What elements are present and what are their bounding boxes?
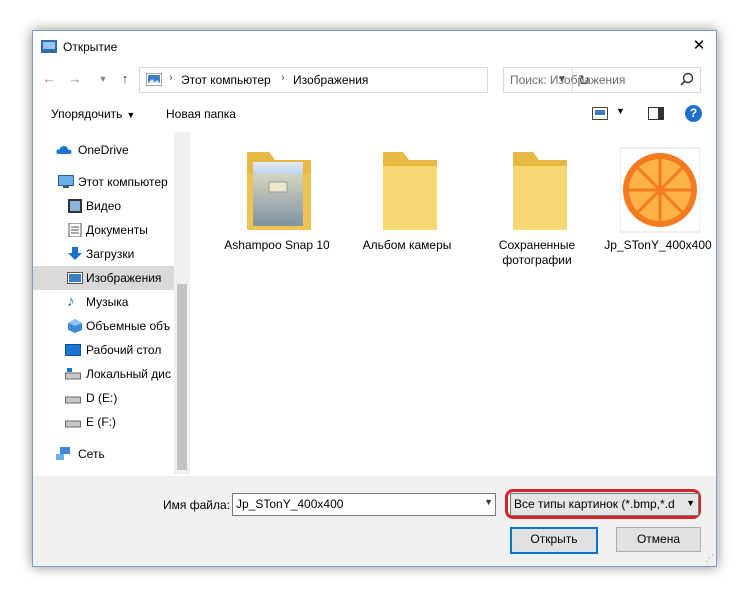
folder-icon bbox=[383, 152, 437, 230]
sidebar-item-this-pc[interactable]: Этот компьютер bbox=[33, 170, 174, 194]
documents-folder-icon bbox=[68, 223, 82, 237]
filename-combobox[interactable]: ▼ bbox=[232, 493, 496, 516]
file-item-jp-stony[interactable]: Jp_STonY_400x400 bbox=[600, 132, 716, 272]
sidebar-item-network[interactable]: Сеть bbox=[33, 442, 174, 466]
arrow-right-icon: → bbox=[68, 71, 82, 86]
sidebar-item-video[interactable]: Видео bbox=[33, 194, 174, 218]
back-button[interactable]: ← bbox=[41, 71, 57, 87]
sidebar-item-label: Этот компьютер bbox=[78, 175, 168, 189]
file-label: Сохраненные фотографии bbox=[498, 238, 576, 267]
sidebar-item-label: Локальный дис bbox=[86, 367, 171, 381]
address-bar[interactable]: › Этот компьютер › Изображения ▼ ↻ bbox=[139, 67, 590, 93]
orange-slice-image bbox=[620, 147, 700, 233]
file-label: Ashampoo Snap 10 bbox=[224, 238, 330, 252]
search-icon bbox=[680, 72, 694, 86]
file-list: Ashampoo Snap 10 Альбом камеры Сохраненн… bbox=[190, 132, 716, 474]
sidebar-item-label: Сеть bbox=[78, 447, 105, 461]
local-disk-icon bbox=[65, 368, 81, 380]
search-box[interactable]: Поиск: Изображения bbox=[503, 67, 701, 93]
open-file-dialog: Открытие ✕ ← → ▼ ↑ › Этот компьютер › Из… bbox=[32, 30, 717, 567]
arrow-up-icon: ↑ bbox=[121, 71, 129, 86]
drive-icon bbox=[65, 396, 81, 404]
chevron-down-icon: ▼ bbox=[686, 498, 695, 508]
breadcrumb-separator-icon: › bbox=[169, 72, 173, 84]
sidebar-item-3d-objects[interactable]: Объемные объ bbox=[33, 314, 174, 338]
sidebar-item-label: Рабочий стол bbox=[86, 343, 162, 357]
file-name-panel: Имя файла: ▼ Все типы картинок (*.bmp,*.… bbox=[33, 476, 716, 566]
sidebar-item-pictures[interactable]: Изображения bbox=[33, 266, 174, 290]
folder-with-document-icon bbox=[247, 152, 311, 230]
sidebar-item-label: Изображения bbox=[86, 271, 162, 285]
scrollbar-thumb[interactable] bbox=[177, 284, 187, 470]
organize-label: Упорядочить bbox=[51, 107, 123, 121]
sidebar-item-label: E (F:) bbox=[86, 415, 116, 429]
close-icon: ✕ bbox=[692, 37, 706, 54]
file-item-saved-photos[interactable]: Сохраненные фотографии bbox=[479, 132, 595, 272]
change-view-icon[interactable] bbox=[592, 107, 608, 120]
cancel-button[interactable]: Отмена bbox=[616, 527, 701, 552]
sidebar-item-documents[interactable]: Документы bbox=[33, 218, 174, 242]
app-icon bbox=[41, 40, 57, 53]
up-button[interactable]: ↑ bbox=[117, 71, 133, 87]
sidebar-item-local-disk[interactable]: Локальный дис bbox=[33, 362, 174, 386]
navigation-bar: ← → ▼ ↑ › Этот компьютер › Изображения ▼… bbox=[33, 67, 716, 93]
pictures-folder-icon bbox=[67, 272, 83, 284]
filename-input[interactable] bbox=[233, 494, 476, 513]
arrow-left-icon: ← bbox=[42, 71, 56, 86]
3d-objects-icon bbox=[68, 319, 82, 333]
sidebar-item-label: D (E:) bbox=[86, 391, 118, 405]
forward-button[interactable]: → bbox=[67, 71, 83, 87]
file-item-camera-roll[interactable]: Альбом камеры bbox=[349, 132, 465, 272]
sidebar-item-label: Объемные объ bbox=[86, 319, 171, 333]
filename-label: Имя файла: bbox=[163, 498, 230, 512]
sidebar-item-drive-e[interactable]: E (F:) bbox=[33, 410, 174, 434]
chevron-down-icon[interactable]: ▼ bbox=[484, 497, 493, 507]
file-type-filter-select[interactable]: Все типы картинок (*.bmp,*.d ▼ bbox=[510, 493, 699, 516]
sidebar-item-label: Музыка bbox=[86, 295, 129, 309]
resize-grip-icon[interactable]: ⋰ bbox=[705, 553, 714, 564]
pictures-folder-icon bbox=[146, 73, 162, 86]
navigation-pane-scrollbar[interactable] bbox=[174, 132, 190, 474]
chevron-down-icon: ▼ bbox=[98, 74, 108, 84]
file-label: Альбом камеры bbox=[362, 238, 452, 252]
command-bar: Упорядочить ▼ Новая папка ▼ ? bbox=[33, 101, 716, 127]
sidebar-item-music[interactable]: ♪ Музыка bbox=[33, 290, 174, 314]
cloud-icon bbox=[56, 146, 72, 154]
sidebar-item-onedrive[interactable]: OneDrive bbox=[33, 138, 174, 162]
sidebar-item-drive-d[interactable]: D (E:) bbox=[33, 386, 174, 410]
folder-icon bbox=[513, 152, 567, 230]
downloads-icon bbox=[68, 247, 82, 260]
desktop-icon bbox=[65, 344, 81, 356]
title-bar: Открытие ✕ bbox=[33, 31, 716, 61]
file-item-ashampoo[interactable]: Ashampoo Snap 10 bbox=[219, 132, 335, 272]
sidebar-item-label: OneDrive bbox=[78, 143, 129, 157]
music-icon: ♪ bbox=[67, 293, 75, 310]
open-button[interactable]: Открыть bbox=[510, 527, 598, 554]
sidebar-item-desktop[interactable]: Рабочий стол bbox=[33, 338, 174, 362]
breadcrumb-separator-icon: › bbox=[281, 72, 285, 84]
caret-down-icon: ▼ bbox=[126, 110, 136, 120]
file-type-filter-value: Все типы картинок (*.bmp,*.d bbox=[514, 497, 675, 511]
preview-pane-icon[interactable] bbox=[648, 107, 664, 120]
search-input[interactable]: Поиск: Изображения bbox=[510, 73, 625, 87]
network-icon bbox=[56, 447, 70, 460]
breadcrumb-pictures[interactable]: Изображения bbox=[293, 73, 368, 87]
sidebar-item-label: Документы bbox=[86, 223, 148, 237]
navigation-pane: OneDrive Этот компьютер Видео Документы bbox=[33, 132, 174, 474]
help-icon[interactable]: ? bbox=[685, 105, 702, 122]
new-folder-button[interactable]: Новая папка bbox=[166, 107, 236, 121]
sidebar-item-downloads[interactable]: Загрузки bbox=[33, 242, 174, 266]
file-label: Jp_STonY_400x400 bbox=[604, 238, 712, 252]
recent-locations-button[interactable]: ▼ bbox=[95, 71, 111, 87]
window-title: Открытие bbox=[63, 40, 118, 54]
computer-icon bbox=[58, 175, 74, 188]
close-button[interactable]: ✕ bbox=[682, 31, 716, 61]
sidebar-item-label: Загрузки bbox=[86, 247, 135, 261]
breadcrumb-this-pc[interactable]: Этот компьютер bbox=[181, 73, 271, 87]
drive-icon bbox=[65, 420, 81, 428]
video-folder-icon bbox=[68, 199, 82, 213]
view-options-caret-icon[interactable]: ▼ bbox=[616, 106, 625, 116]
sidebar-item-label: Видео bbox=[86, 199, 122, 213]
organize-button[interactable]: Упорядочить ▼ bbox=[51, 107, 135, 121]
